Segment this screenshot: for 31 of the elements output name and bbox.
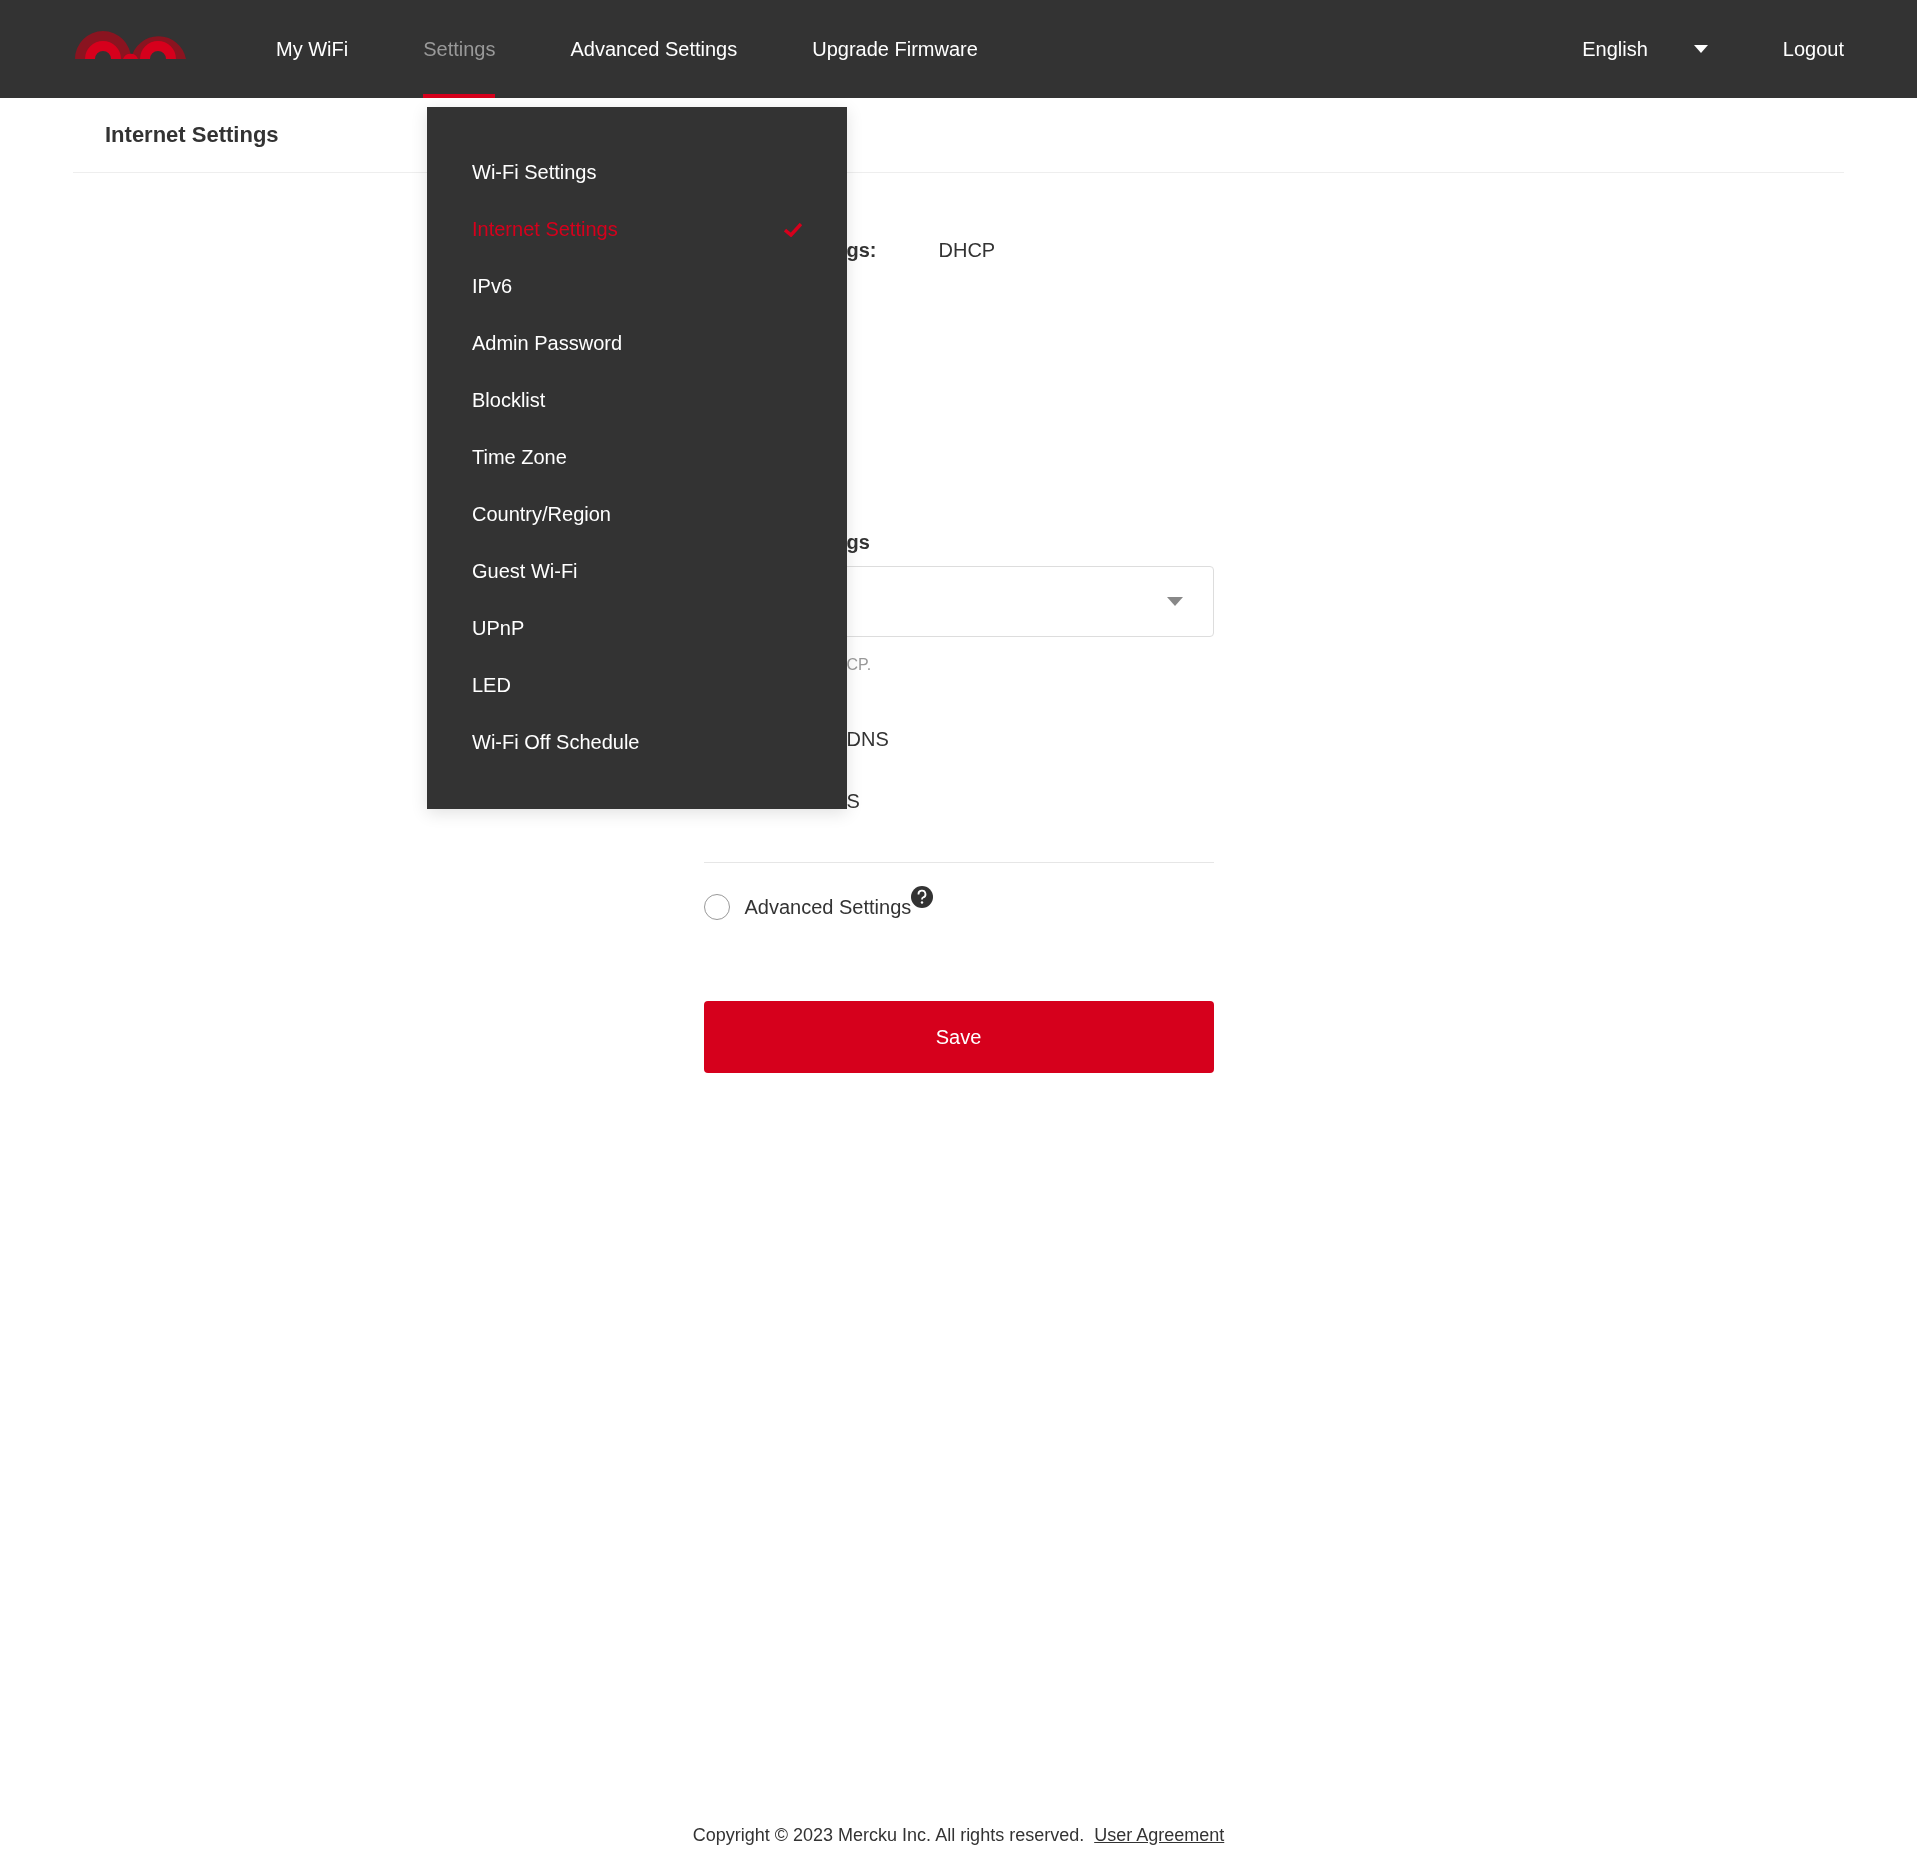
menu-item[interactable]: Blocklist xyxy=(427,372,847,429)
nav-tab[interactable]: Upgrade Firmware xyxy=(812,0,978,98)
check-icon xyxy=(784,222,802,237)
help-icon[interactable] xyxy=(911,886,934,908)
caret-icon xyxy=(1693,45,1708,53)
option-label: Advanced Settings xyxy=(744,895,912,919)
menu-item[interactable]: LED xyxy=(427,657,847,714)
section-label: gs xyxy=(845,530,871,555)
menu-item[interactable]: Time Zone xyxy=(427,429,847,486)
save-button[interactable]: Save xyxy=(703,1001,1214,1073)
menu-item[interactable]: Admin Password xyxy=(427,315,847,372)
hint-text: CP. xyxy=(845,655,873,675)
menu-item[interactable]: UPnP xyxy=(427,600,847,657)
option-label: DNS xyxy=(845,727,890,752)
copyright-text: Copyright © 2023 Mercku Inc. All rights reserved. xyxy=(692,1825,1085,1845)
field-label: gs: xyxy=(846,238,877,262)
user-agreement-link[interactable]: User Agreement xyxy=(1094,1825,1225,1845)
language-dropdown[interactable]: English xyxy=(1582,37,1708,61)
caret-icon xyxy=(1166,597,1183,606)
field-value: DHCP xyxy=(938,238,996,262)
nav-tab[interactable]: My WiFi xyxy=(276,0,349,98)
option-label: S xyxy=(845,789,861,814)
page-title: Internet Settings xyxy=(105,122,279,148)
menu-item[interactable]: Guest Wi-Fi xyxy=(427,543,847,600)
nav-tab[interactable]: Advanced Settings xyxy=(570,0,738,98)
logout-link[interactable]: Logout xyxy=(1782,37,1844,61)
menu-item[interactable]: Wi-Fi Settings xyxy=(427,144,847,201)
menu-item[interactable]: Wi-Fi Off Schedule xyxy=(427,714,847,771)
menu-item[interactable]: IPv6 xyxy=(427,258,847,315)
nav-tab[interactable]: Settings xyxy=(423,0,496,98)
menu-item[interactable]: Country/Region xyxy=(427,486,847,543)
